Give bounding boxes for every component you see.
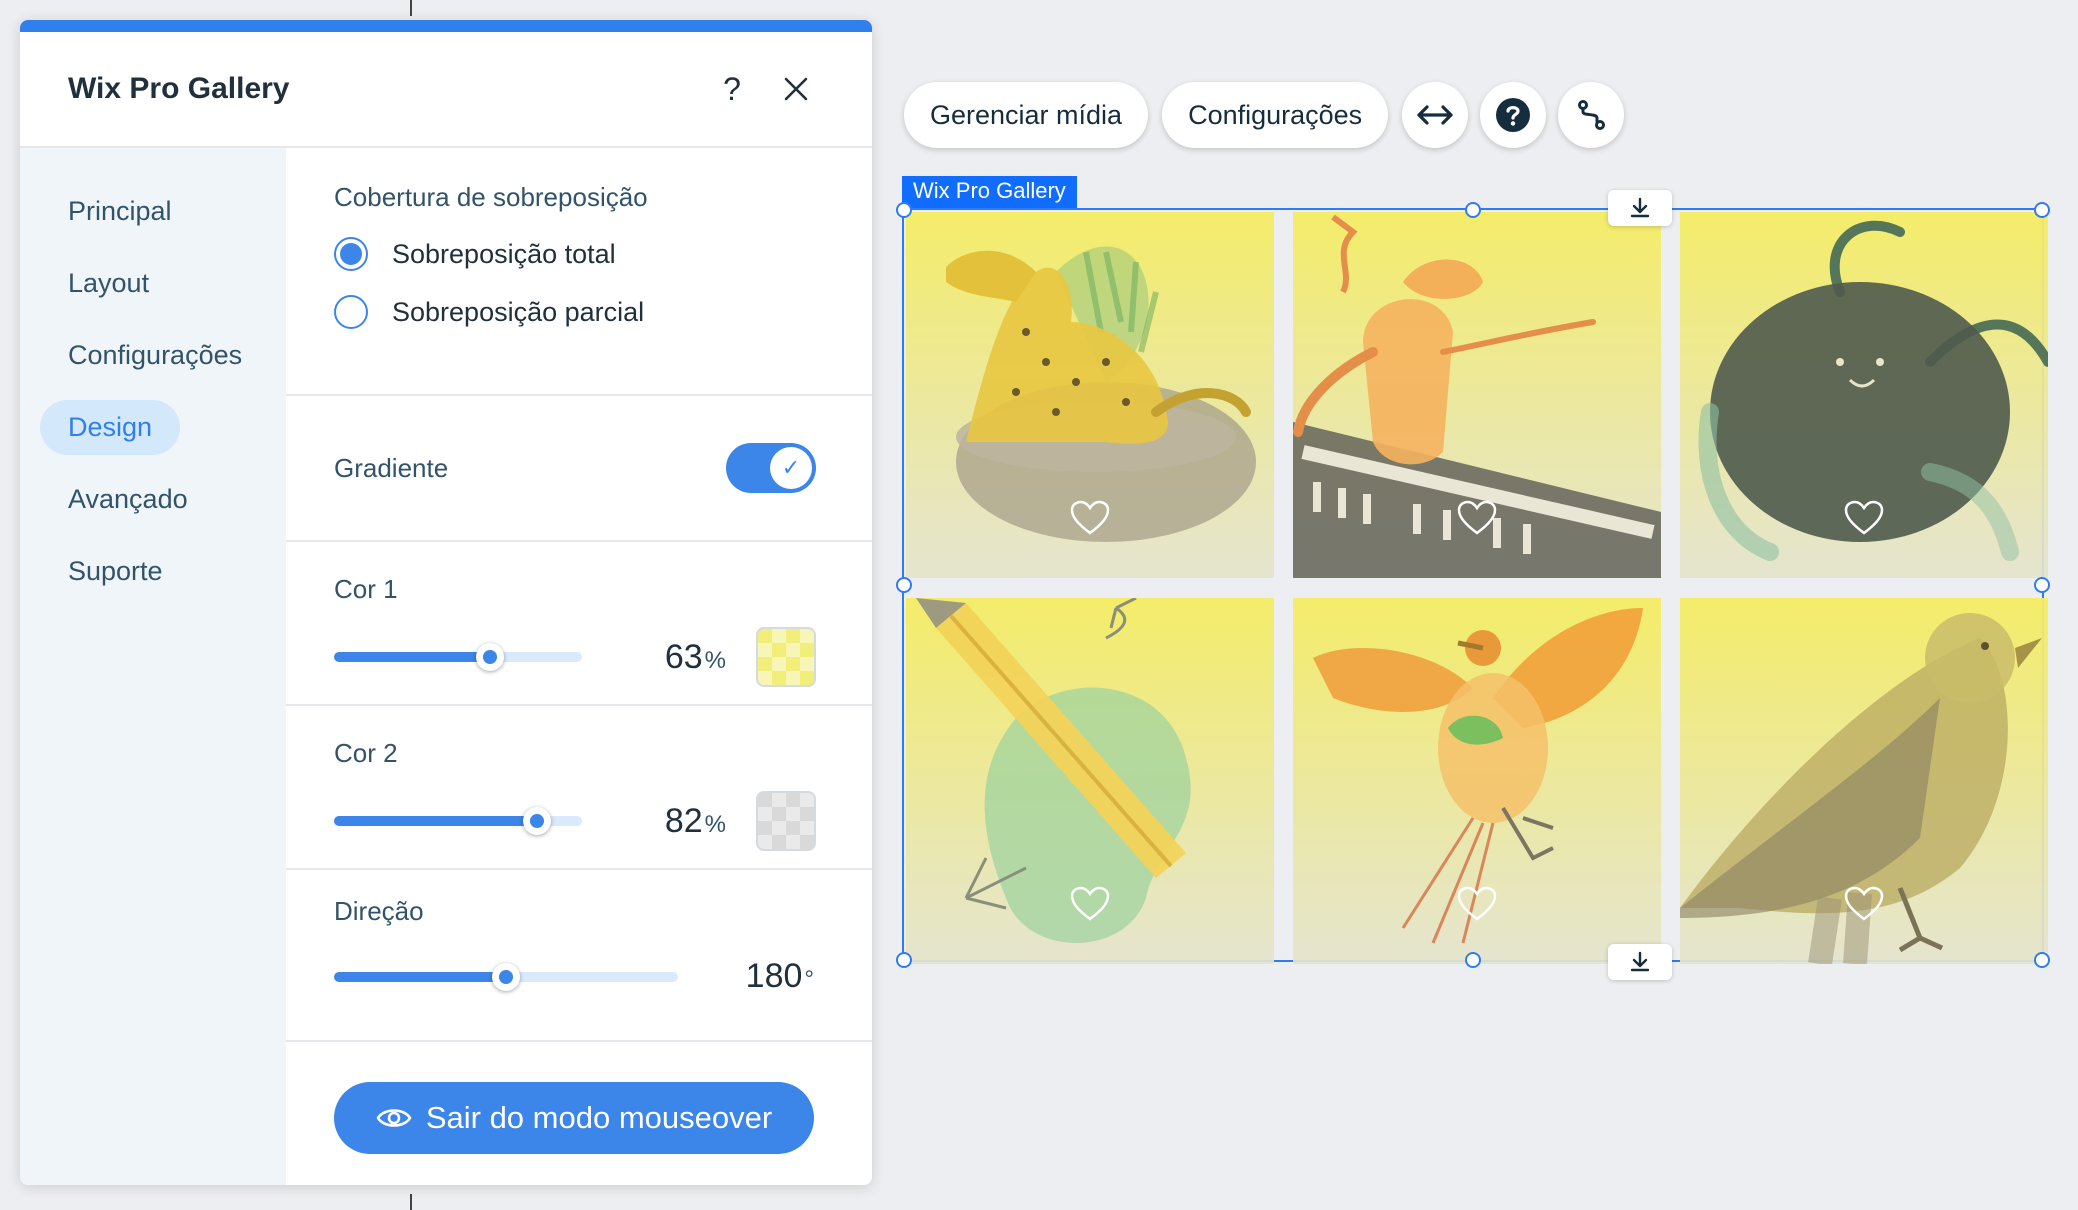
gallery-item-standing-bird[interactable] [1680, 598, 2048, 964]
heart-icon[interactable] [1844, 500, 1884, 536]
check-icon: ✓ [770, 447, 812, 489]
color1-opacity-slider[interactable] [334, 643, 582, 671]
resize-handle-bottom-right[interactable] [2034, 952, 2050, 968]
gallery-selection-tag[interactable]: Wix Pro Gallery [902, 176, 1077, 208]
connect-button[interactable] [1558, 82, 1625, 148]
resize-handle-top-left[interactable] [896, 202, 912, 218]
panel-sidebar: Principal Layout Configurações Design Av… [20, 148, 286, 1185]
color1-slider-thumb[interactable] [476, 643, 505, 671]
close-icon [784, 77, 808, 101]
panel-content: Cobertura de sobreposição Sobreposição t… [286, 148, 872, 1185]
sidebar-item-configuracoes[interactable]: Configurações [40, 328, 270, 383]
direction-value: 180 [745, 957, 803, 995]
panel-header[interactable]: Wix Pro Gallery ? [20, 32, 872, 148]
download-arrow-icon [1630, 951, 1650, 972]
radio-partial[interactable] [334, 295, 368, 329]
help-toolbar-button[interactable] [1480, 82, 1547, 148]
direction-slider[interactable] [334, 962, 678, 991]
color2-section: Cor 2 82% [286, 706, 872, 870]
exit-mouseover-button[interactable]: Sair do modo mouseover [334, 1082, 814, 1154]
panel-title: Wix Pro Gallery [68, 72, 290, 105]
gallery-toolbar: Gerenciar mídia Configurações [904, 82, 1636, 148]
color2-unit: % [704, 810, 726, 838]
resize-handle-right[interactable] [2034, 577, 2050, 593]
direction-value-readout[interactable]: 180° [678, 957, 814, 996]
resize-handle-bottom-left[interactable] [896, 952, 912, 968]
ruler-tick-top [410, 0, 412, 16]
exit-mouseover-label: Sair do modo mouseover [425, 1100, 773, 1135]
download-arrow-icon [1630, 197, 1650, 218]
resize-handle-left[interactable] [896, 577, 912, 593]
color1-unit: % [704, 646, 726, 674]
question-mark-icon: ? [723, 70, 741, 107]
stretch-top-button[interactable] [1608, 190, 1672, 226]
settings-panel: Wix Pro Gallery ? Principal Layout Confi… [20, 20, 872, 1185]
radio-total[interactable] [334, 237, 368, 271]
resize-handle-top[interactable] [1465, 202, 1481, 218]
gallery-item-fluffy-creature[interactable] [1680, 212, 2048, 578]
color2-slider-thumb[interactable] [523, 807, 552, 835]
color1-section: Cor 1 63% [286, 542, 872, 706]
heart-icon[interactable] [1070, 500, 1110, 536]
eye-icon [376, 1106, 412, 1130]
manage-media-button[interactable]: Gerenciar mídia [904, 82, 1149, 148]
gallery-item-keyboard-figure[interactable] [1293, 212, 1661, 578]
direction-slider-fill [334, 971, 506, 982]
color1-value-readout[interactable]: 63% [582, 638, 726, 677]
heart-icon[interactable] [1457, 500, 1497, 536]
heart-icon[interactable] [1844, 886, 1884, 922]
gallery-selection-frame[interactable] [896, 190, 2050, 980]
stretch-arrows-icon [1417, 105, 1453, 125]
color1-swatch[interactable] [756, 627, 816, 687]
gallery-item-pencil[interactable] [906, 598, 1274, 964]
connect-icon [1578, 100, 1606, 130]
sidebar-item-suporte[interactable]: Suporte [40, 544, 191, 599]
color2-swatch[interactable] [756, 791, 816, 851]
radio-total-label: Sobreposição total [392, 238, 616, 269]
sidebar-item-avancado[interactable]: Avançado [40, 472, 216, 527]
overlay-coverage-section: Cobertura de sobreposição Sobreposição t… [286, 148, 872, 396]
stretch-bottom-button[interactable] [1608, 944, 1672, 980]
resize-handle-bottom[interactable] [1465, 952, 1481, 968]
color2-value-readout[interactable]: 82% [582, 802, 726, 841]
help-button[interactable]: ? [704, 61, 760, 117]
radio-option-partial[interactable]: Sobreposição parcial [334, 295, 816, 329]
color2-opacity-slider[interactable] [334, 807, 582, 835]
panel-accent-bar [20, 20, 872, 32]
ruler-tick-bottom [410, 1194, 412, 1210]
sidebar-item-layout[interactable]: Layout [40, 256, 177, 311]
color2-label: Cor 2 [334, 738, 398, 768]
heart-icon[interactable] [1070, 886, 1110, 922]
gallery-item-leopard[interactable] [906, 212, 1274, 578]
settings-button[interactable]: Configurações [1162, 82, 1389, 148]
gradient-label: Gradiente [334, 452, 449, 483]
gradient-section: Gradiente ✓ [286, 396, 872, 542]
color1-label: Cor 1 [334, 574, 398, 604]
bottom-action-area: Sair do modo mouseover [286, 1042, 872, 1154]
close-button[interactable] [768, 61, 824, 117]
overlay-coverage-label: Cobertura de sobreposição [334, 182, 648, 212]
color2-value: 82 [664, 801, 703, 840]
color1-value: 63 [664, 637, 703, 676]
radio-partial-label: Sobreposição parcial [392, 296, 645, 327]
resize-handle-top-right[interactable] [2034, 202, 2050, 218]
direction-section: Direção 180° [286, 870, 872, 1042]
direction-label: Direção [334, 896, 424, 926]
direction-unit: ° [804, 966, 814, 993]
sidebar-item-principal[interactable]: Principal [40, 184, 200, 239]
heart-icon[interactable] [1457, 886, 1497, 922]
color2-slider-fill [334, 816, 538, 826]
radio-option-total[interactable]: Sobreposição total [334, 237, 816, 271]
gradient-toggle[interactable]: ✓ [726, 443, 816, 493]
help-circle-icon [1496, 98, 1531, 132]
direction-slider-thumb[interactable] [492, 962, 520, 991]
color1-slider-fill [334, 652, 491, 662]
stretch-button[interactable] [1402, 82, 1469, 148]
sidebar-item-design[interactable]: Design [40, 400, 181, 455]
gallery-item-flying-bird[interactable] [1293, 598, 1661, 964]
